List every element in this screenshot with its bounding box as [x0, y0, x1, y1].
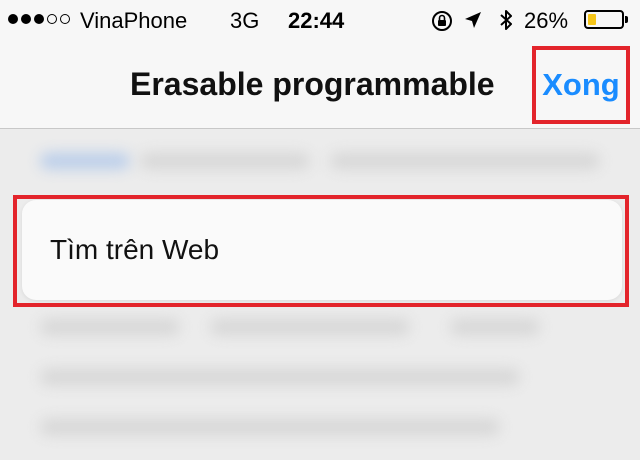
- status-bar: VinaPhone 3G 22:44 26%: [0, 0, 640, 40]
- carrier-name: VinaPhone: [80, 8, 188, 33]
- battery-icon: [584, 10, 628, 29]
- status-time: 22:44: [288, 8, 345, 33]
- battery-percent: 26%: [524, 8, 569, 33]
- highlight-box: [13, 195, 629, 307]
- page-title: Erasable programmable: [130, 66, 495, 102]
- done-button[interactable]: Xong: [532, 46, 630, 124]
- orientation-lock-icon: [432, 11, 452, 31]
- location-arrow-icon: [465, 12, 481, 28]
- navigation-bar: Erasable programmable Xong: [0, 40, 640, 129]
- network-type: 3G: [230, 8, 260, 33]
- battery-level-fill: [588, 14, 596, 25]
- bluetooth-icon: [500, 10, 512, 30]
- signal-strength-icon: [8, 14, 70, 27]
